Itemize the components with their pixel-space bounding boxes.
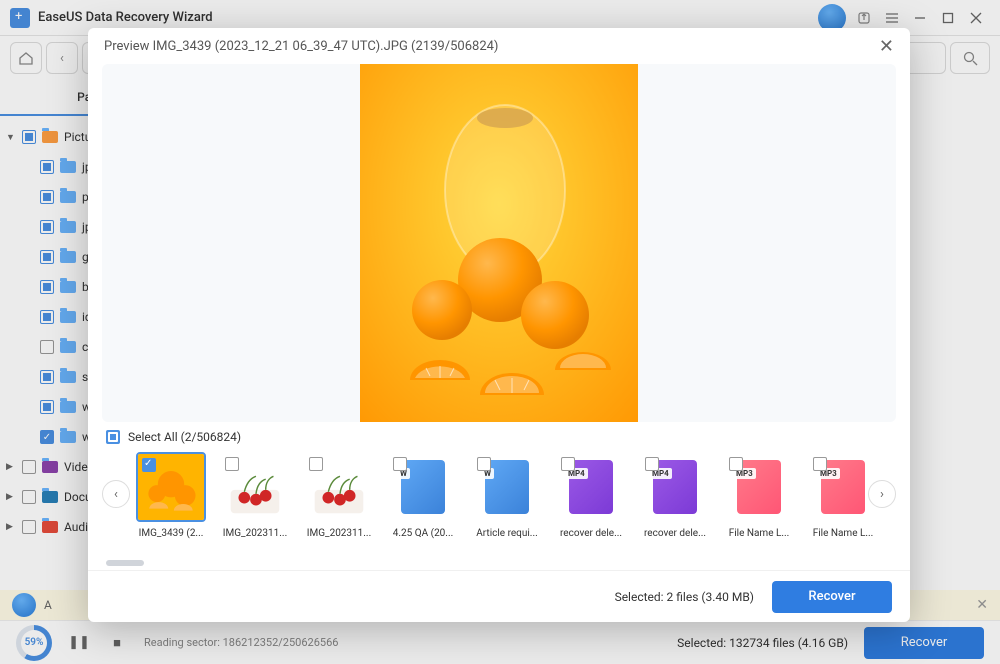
modal-footer: Selected: 2 files (3.40 MB) Recover bbox=[88, 570, 910, 622]
thumbnail-item[interactable]: IMG_3439 (2... bbox=[136, 452, 206, 539]
thumbnail-name: File Name L... bbox=[808, 528, 878, 539]
thumbnail-name: Article requi... bbox=[472, 528, 542, 539]
carousel-prev-button[interactable]: ‹ bbox=[102, 480, 130, 508]
thumbnail-strip: ‹ IMG_3439 (2... IMG_202311... IMG_202311.… bbox=[88, 452, 910, 570]
thumbnail-checkbox[interactable] bbox=[813, 457, 827, 471]
thumbnail-name: IMG_202311... bbox=[220, 528, 290, 539]
thumbnail-checkbox[interactable] bbox=[393, 457, 407, 471]
thumbnail-name: IMG_202311... bbox=[304, 528, 374, 539]
select-all-row: Select All (2/506824) bbox=[88, 422, 910, 452]
carousel-next-button[interactable]: › bbox=[868, 480, 896, 508]
thumbnail-item[interactable]: W4.25 QA (20... bbox=[388, 452, 458, 539]
select-all-checkbox[interactable] bbox=[106, 430, 120, 444]
thumbnail-checkbox[interactable] bbox=[477, 457, 491, 471]
preview-modal: Preview IMG_3439 (2023_12_21 06_39_47 UT… bbox=[88, 28, 910, 622]
thumbnail-checkbox[interactable] bbox=[729, 457, 743, 471]
thumbnail-checkbox[interactable] bbox=[645, 457, 659, 471]
modal-recover-button[interactable]: Recover bbox=[772, 581, 892, 613]
select-all-label: Select All (2/506824) bbox=[128, 430, 241, 444]
thumbnail-item[interactable]: MP4recover dele... bbox=[556, 452, 626, 539]
thumbnail-name: IMG_3439 (2... bbox=[136, 528, 206, 539]
thumbnail-checkbox[interactable] bbox=[142, 458, 156, 472]
modal-header: Preview IMG_3439 (2023_12_21 06_39_47 UT… bbox=[88, 28, 910, 64]
thumbnail-item[interactable]: IMG_202311... bbox=[220, 452, 290, 539]
modal-selected-info: Selected: 2 files (3.40 MB) bbox=[615, 590, 754, 604]
thumbnail-name: recover dele... bbox=[556, 528, 626, 539]
scrollbar-thumb[interactable] bbox=[106, 560, 144, 566]
modal-title: Preview IMG_3439 (2023_12_21 06_39_47 UT… bbox=[104, 39, 498, 54]
thumbnail-checkbox[interactable] bbox=[225, 457, 239, 471]
thumbnail-name: File Name L... bbox=[724, 528, 794, 539]
thumbnail-item[interactable]: MP4recover dele... bbox=[640, 452, 710, 539]
thumbnail-item[interactable]: MP3File Name L... bbox=[724, 452, 794, 539]
thumbnail-item[interactable]: WArticle requi... bbox=[472, 452, 542, 539]
preview-area bbox=[102, 64, 896, 422]
thumbnail-item[interactable]: IMG_202311... bbox=[304, 452, 374, 539]
thumbnail-checkbox[interactable] bbox=[309, 457, 323, 471]
preview-image bbox=[360, 64, 638, 422]
thumbnail-name: 4.25 QA (20... bbox=[388, 528, 458, 539]
thumbnail-checkbox[interactable] bbox=[561, 457, 575, 471]
modal-close-button[interactable]: ✕ bbox=[879, 36, 894, 57]
thumbnail-name: recover dele... bbox=[640, 528, 710, 539]
